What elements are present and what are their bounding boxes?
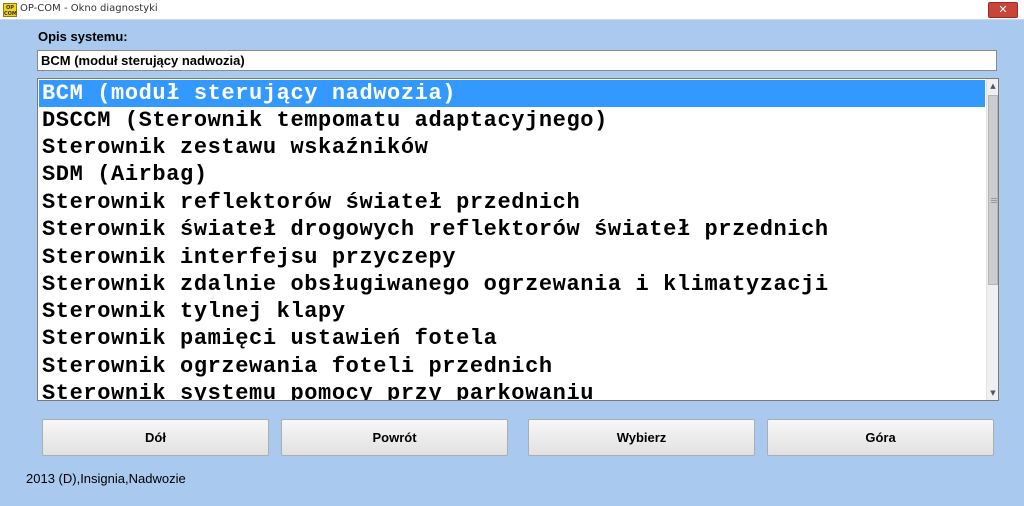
opis-field: BCM (moduł sterujący nadwozia) — [37, 50, 997, 71]
list-item[interactable]: Sterownik tylnej klapy — [39, 298, 985, 325]
vehicle-status-text: 2013 (D),Insignia,Nadwozie — [26, 471, 186, 486]
list-item[interactable]: Sterownik zdalnie obsługiwanego ogrzewan… — [39, 271, 985, 298]
close-button[interactable]: ✕ — [988, 2, 1018, 18]
powrot-button[interactable]: Powrót — [281, 419, 508, 456]
title-bar: OP COM OP-COM - Okno diagnostyki ✕ — [0, 0, 1024, 20]
list-item[interactable]: SDM (Airbag) — [39, 161, 985, 188]
scroll-thumb[interactable] — [988, 95, 998, 285]
list-item[interactable]: Sterownik zestawu wskaźników — [39, 134, 985, 161]
list-item[interactable]: Sterownik świateł drogowych reflektorów … — [39, 216, 985, 243]
window-title: OP-COM - Okno diagnostyki — [20, 3, 158, 14]
wybierz-button[interactable]: Wybierz — [528, 419, 755, 456]
scroll-grip-icon — [991, 200, 997, 201]
list-item[interactable]: Sterownik pamięci ustawień fotela — [39, 325, 985, 352]
scroll-down-arrow-icon[interactable]: ▼ — [987, 386, 998, 400]
list-item[interactable]: BCM (moduł sterujący nadwozia) — [39, 80, 985, 107]
gora-button[interactable]: Góra — [767, 419, 994, 456]
system-listbox[interactable]: BCM (moduł sterujący nadwozia) DSCCM (St… — [37, 78, 999, 401]
list-item[interactable]: DSCCM (Sterownik tempomatu adaptacyjnego… — [39, 107, 985, 134]
list-item[interactable]: Sterownik reflektorów świateł przednich — [39, 189, 985, 216]
dol-button[interactable]: Dół — [42, 419, 269, 456]
list-item[interactable]: Sterownik systemu pomocy przy parkowaniu — [39, 380, 985, 400]
scroll-up-arrow-icon[interactable]: ▲ — [987, 79, 998, 93]
vertical-scrollbar[interactable]: ▲ ▼ — [986, 79, 998, 400]
list-item[interactable]: Sterownik ogrzewania foteli przednich — [39, 353, 985, 380]
list-item[interactable]: Sterownik interfejsu przyczepy — [39, 244, 985, 271]
opis-label: Opis systemu: — [38, 29, 128, 44]
app-logo-icon: OP COM — [3, 3, 17, 17]
